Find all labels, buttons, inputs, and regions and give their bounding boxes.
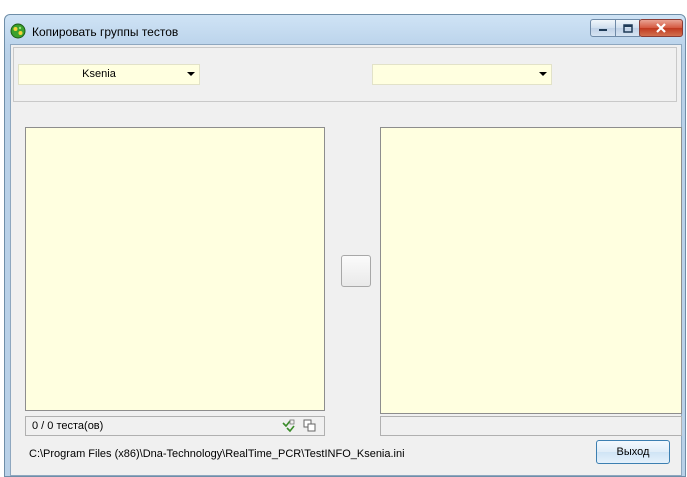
close-icon (656, 23, 666, 33)
source-user-combobox[interactable]: Ksenia (18, 64, 200, 85)
ini-file-path: C:\Program Files (x86)\Dna-Technology\Re… (29, 448, 405, 460)
deselect-all-icon[interactable] (303, 419, 317, 433)
target-user-combobox[interactable] (372, 64, 552, 85)
close-button[interactable] (639, 19, 683, 37)
source-test-list[interactable] (25, 127, 325, 411)
chevron-down-icon[interactable] (187, 72, 195, 76)
dialog-client-area: Ksenia 0 / 0 теста(ов) C:\Program Files … (10, 44, 682, 476)
minimize-button[interactable] (590, 19, 616, 37)
source-status-bar: 0 / 0 теста(ов) (25, 416, 325, 436)
exit-button[interactable]: Выход (596, 440, 670, 464)
source-user-value: Ksenia (82, 68, 116, 80)
copy-button[interactable] (341, 255, 371, 287)
maximize-icon (622, 23, 633, 33)
chevron-down-icon[interactable] (539, 72, 547, 76)
target-test-list[interactable] (380, 127, 682, 414)
target-status-bar (380, 416, 682, 436)
selector-panel: Ksenia (13, 47, 677, 102)
minimize-icon (599, 29, 607, 31)
app-green-icon (10, 23, 26, 39)
maximize-button[interactable] (615, 19, 640, 37)
dialog-window: Копировать группы тестов Ksenia 0 / 0 те (4, 14, 686, 477)
window-title: Копировать группы тестов (32, 25, 179, 39)
select-all-icon[interactable] (282, 419, 296, 433)
test-count: 0 / 0 теста(ов) (32, 420, 104, 432)
